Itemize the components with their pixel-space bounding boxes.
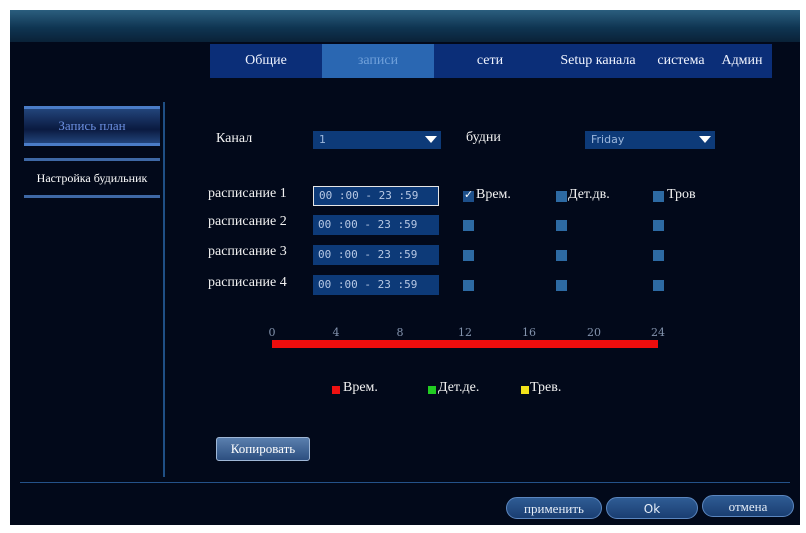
tab-record[interactable]: записи xyxy=(322,44,434,78)
normal-column-label: Врем. xyxy=(476,187,511,202)
schedule-3-motion-checkbox[interactable] xyxy=(556,250,567,261)
weekday-label: будни xyxy=(466,130,501,145)
legend-swatch-motion xyxy=(428,386,436,394)
channel-label: Канал xyxy=(216,131,253,146)
apply-button[interactable]: применить xyxy=(506,497,602,519)
tab-system[interactable]: система xyxy=(650,44,712,78)
timeline-tick: 4 xyxy=(332,326,340,339)
schedule-timeline-bar xyxy=(272,340,658,348)
schedule-4-motion-checkbox[interactable] xyxy=(556,280,567,291)
legend-swatch-alarm xyxy=(521,386,529,394)
dvr-settings-screen: Общие записи сети Setup канала система А… xyxy=(10,10,800,525)
schedule-3-label: расписание 3 xyxy=(208,244,287,259)
schedule-3-normal-checkbox[interactable] xyxy=(463,250,474,261)
cancel-button[interactable]: отмена xyxy=(702,495,794,517)
channel-select-value: 1 xyxy=(319,133,326,146)
timeline-tick: 24 xyxy=(651,326,665,339)
timeline-tick: 20 xyxy=(587,326,601,339)
footer-divider xyxy=(20,482,790,483)
top-title-bar xyxy=(10,10,800,42)
schedule-4-normal-checkbox[interactable] xyxy=(463,280,474,291)
schedule-1-motion-checkbox[interactable] xyxy=(556,191,567,202)
weekday-select[interactable]: Friday xyxy=(585,131,715,149)
schedule-4-alarm-checkbox[interactable] xyxy=(653,280,664,291)
schedule-1-label: расписание 1 xyxy=(208,186,287,201)
tab-network[interactable]: сети xyxy=(434,44,546,78)
schedule-1-normal-checkbox[interactable] xyxy=(463,188,474,202)
schedule-4-label: расписание 4 xyxy=(208,275,287,290)
tab-general[interactable]: Общие xyxy=(210,44,322,78)
schedule-3-alarm-checkbox[interactable] xyxy=(653,250,664,261)
tab-channel-setup[interactable]: Setup канала xyxy=(546,44,650,78)
timeline-tick: 12 xyxy=(458,326,472,339)
channel-select[interactable]: 1 xyxy=(313,131,441,149)
schedule-2-alarm-checkbox[interactable] xyxy=(653,220,664,231)
weekday-select-value: Friday xyxy=(591,133,625,146)
sidebar-divider xyxy=(163,102,165,477)
schedule-4-time-input[interactable]: 00 :00 - 23 :59 xyxy=(313,275,439,295)
tab-admin[interactable]: Админ xyxy=(712,44,772,78)
legend-swatch-normal xyxy=(332,386,340,394)
sidebar-item-record-schedule[interactable]: Запись план xyxy=(24,106,160,146)
schedule-1-time-input[interactable]: 00 :00 - 23 :59 xyxy=(313,186,439,206)
alarm-column-label: Тров xyxy=(667,187,696,202)
timeline-tick: 8 xyxy=(396,326,404,339)
chevron-down-icon xyxy=(425,136,437,143)
copy-button[interactable]: Копировать xyxy=(216,437,310,461)
sidebar-item-alarm-settings[interactable]: Настройка будильник xyxy=(24,158,160,198)
schedule-1-alarm-checkbox[interactable] xyxy=(653,191,664,202)
schedule-2-motion-checkbox[interactable] xyxy=(556,220,567,231)
timeline-tick: 16 xyxy=(522,326,536,339)
timeline-tick: 0 xyxy=(268,326,276,339)
schedule-2-time-input[interactable]: 00 :00 - 23 :59 xyxy=(313,215,439,235)
main-tabs: Общие записи сети Setup канала система А… xyxy=(210,44,772,78)
legend-normal-label: Врем. xyxy=(343,380,378,395)
ok-button[interactable]: Ok xyxy=(606,497,698,519)
legend-alarm-label: Трев. xyxy=(530,380,562,395)
legend-motion-label: Дет.де. xyxy=(438,380,480,395)
chevron-down-icon xyxy=(699,136,711,143)
schedule-2-normal-checkbox[interactable] xyxy=(463,220,474,231)
motion-column-label: Дет.дв. xyxy=(568,187,610,202)
schedule-2-label: расписание 2 xyxy=(208,214,287,229)
schedule-3-time-input[interactable]: 00 :00 - 23 :59 xyxy=(313,245,439,265)
